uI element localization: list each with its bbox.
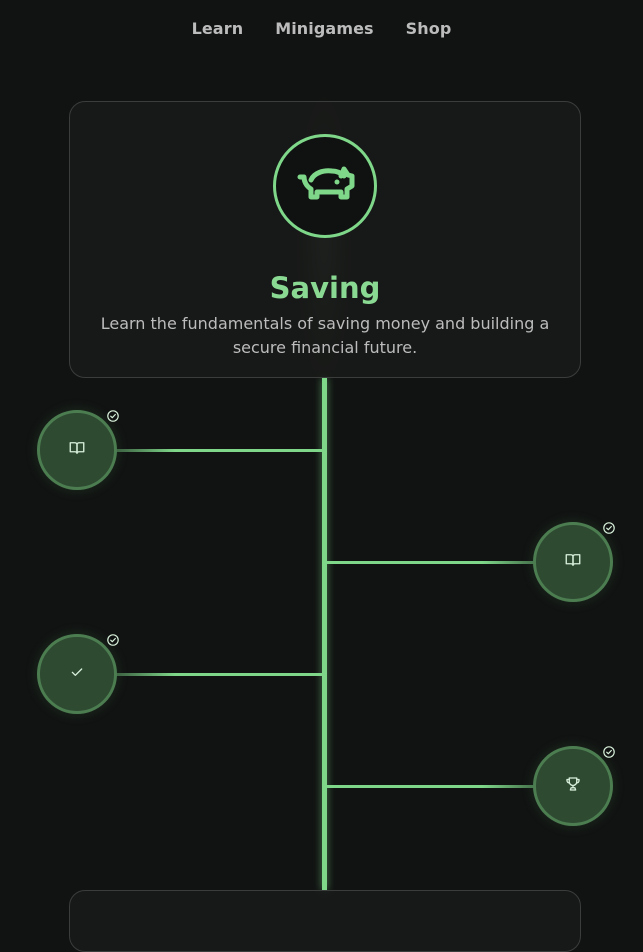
path-trunk [322, 378, 327, 890]
path-branch [84, 449, 324, 452]
unit-title: Saving [269, 271, 381, 306]
path-branch [84, 673, 324, 676]
next-unit-card [69, 890, 581, 952]
book-icon [564, 551, 582, 573]
nav-shop[interactable]: Shop [406, 18, 452, 40]
top-nav: Learn Minigames Shop [0, 18, 643, 40]
nav-minigames[interactable]: Minigames [275, 18, 373, 40]
book-icon [68, 439, 86, 461]
lesson-node[interactable] [533, 522, 613, 602]
unit-description: Learn the fundamentals of saving money a… [100, 314, 550, 357]
unit-card: Saving Learn the fundamentals of saving … [69, 101, 581, 378]
piggy-bank-icon [273, 134, 377, 238]
nav-learn[interactable]: Learn [192, 18, 244, 40]
check-badge-icon [603, 743, 615, 758]
lesson-node[interactable] [37, 410, 117, 490]
check-badge-icon [107, 631, 119, 646]
check-badge-icon [107, 407, 119, 422]
lesson-node[interactable] [37, 634, 117, 714]
lesson-node[interactable] [533, 746, 613, 826]
check-icon [69, 664, 85, 684]
check-badge-icon [603, 519, 615, 534]
trophy-icon [564, 775, 582, 797]
